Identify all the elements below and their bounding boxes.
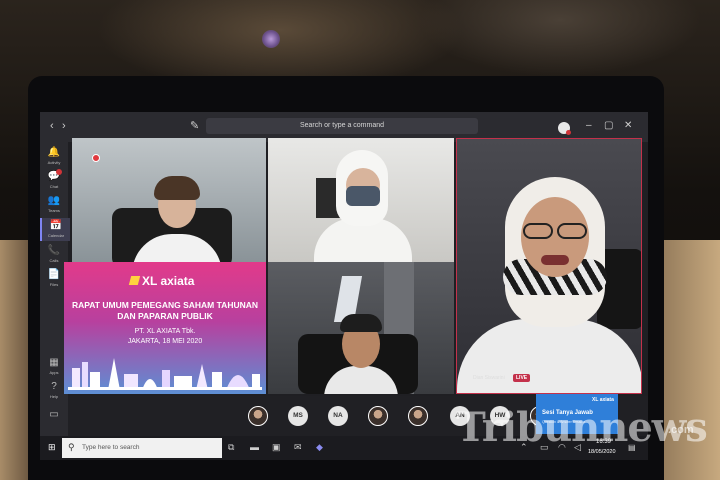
bell-icon: 🔔 (47, 147, 61, 158)
ceiling-lamp (262, 30, 280, 48)
rail-label: Calendar (47, 233, 65, 238)
speaker-name-label: Dian Siswarini (473, 375, 505, 381)
rail-item-calls[interactable]: 📞 Calls (40, 245, 68, 264)
participant-avatar[interactable]: MS (288, 406, 308, 426)
teams-icon: 👥 (47, 195, 61, 206)
compose-icon[interactable]: ✎ (190, 119, 199, 132)
video-tile-participant-1[interactable] (72, 138, 266, 262)
status-dot (566, 130, 571, 135)
rail-item-activity[interactable]: 🔔 Activity (40, 147, 68, 166)
close-icon[interactable]: ✕ (624, 120, 632, 131)
teams-search-input[interactable]: Search or type a command (206, 118, 478, 134)
table-edge-left (0, 240, 30, 480)
rail-item-calendar[interactable]: 📅 Calendar (40, 218, 70, 241)
person-white-top (457, 319, 641, 393)
video-tile-participant-3[interactable] (268, 262, 454, 394)
rail-label: Teams (48, 208, 60, 213)
rail-item-teams[interactable]: 👥 Teams (40, 195, 68, 214)
taskbar-search-placeholder: Type here to search (82, 444, 140, 451)
video-tile-presentation[interactable]: XL axiata RAPAT UMUM PEMEGANG SAHAM TAHU… (64, 262, 266, 394)
file-explorer-icon[interactable]: ▬ (250, 442, 259, 452)
rail-item-chat[interactable]: 💬 Chat (40, 169, 68, 189)
slide-company: PT. XL AXIATA Tbk. (134, 328, 196, 335)
rail-label: Help (49, 394, 59, 399)
person-hair (340, 314, 382, 332)
windows-start-icon[interactable]: ⊞ (48, 442, 58, 452)
minimize-icon[interactable]: – (586, 120, 592, 131)
rail-label: Activity (47, 160, 61, 165)
xl-axiata-logo: XL axiata (128, 274, 194, 288)
device-icon[interactable]: ▭ (40, 410, 68, 420)
slide-title: RAPAT UMUM PEMEGANG SAHAM TAHUNAN DAN PAP… (71, 300, 259, 321)
mouth (541, 255, 569, 265)
taskbar-search-input[interactable]: ⚲ Type here to search (62, 438, 222, 458)
task-view-icon[interactable]: ⧉ (228, 442, 234, 453)
jakarta-skyline-illustration (68, 358, 262, 390)
rail-label: Chat (49, 184, 59, 189)
participant-avatar-photo[interactable] (248, 406, 268, 426)
glasses-left (523, 223, 553, 239)
live-badge: LIVE (513, 374, 531, 382)
video-tile-speaker[interactable]: Dian Siswarini LIVE (456, 138, 642, 394)
teams-taskbar-icon[interactable]: ◆ (316, 442, 323, 453)
store-icon[interactable]: ▣ (272, 442, 281, 453)
calendar-icon: 📅 (49, 220, 63, 231)
phone-icon: 📞 (47, 245, 61, 256)
participant-avatar-photo[interactable] (368, 406, 388, 426)
participant-avatar-photo[interactable] (408, 406, 428, 426)
video-tile-participant-2[interactable] (268, 138, 454, 262)
search-icon: ⚲ (68, 442, 75, 452)
maximize-icon[interactable]: ▢ (604, 120, 613, 131)
forward-arrow-icon[interactable]: › (62, 120, 66, 132)
glasses-right (557, 223, 587, 239)
recording-dot-icon (92, 154, 100, 162)
chat-icon: 💬 (47, 171, 61, 182)
back-arrow-icon[interactable]: ‹ (50, 120, 54, 132)
participant-avatar[interactable]: NA (328, 406, 348, 426)
face-mask (346, 186, 380, 206)
slide-place-date: JAKARTA, 18 MEI 2020 (127, 338, 203, 345)
mail-icon[interactable]: ✉ (294, 442, 302, 453)
unread-badge (56, 169, 62, 175)
person-hair (154, 176, 200, 200)
watermark-suffix: .com (668, 424, 694, 436)
qa-logo: XL axiata (592, 397, 614, 403)
